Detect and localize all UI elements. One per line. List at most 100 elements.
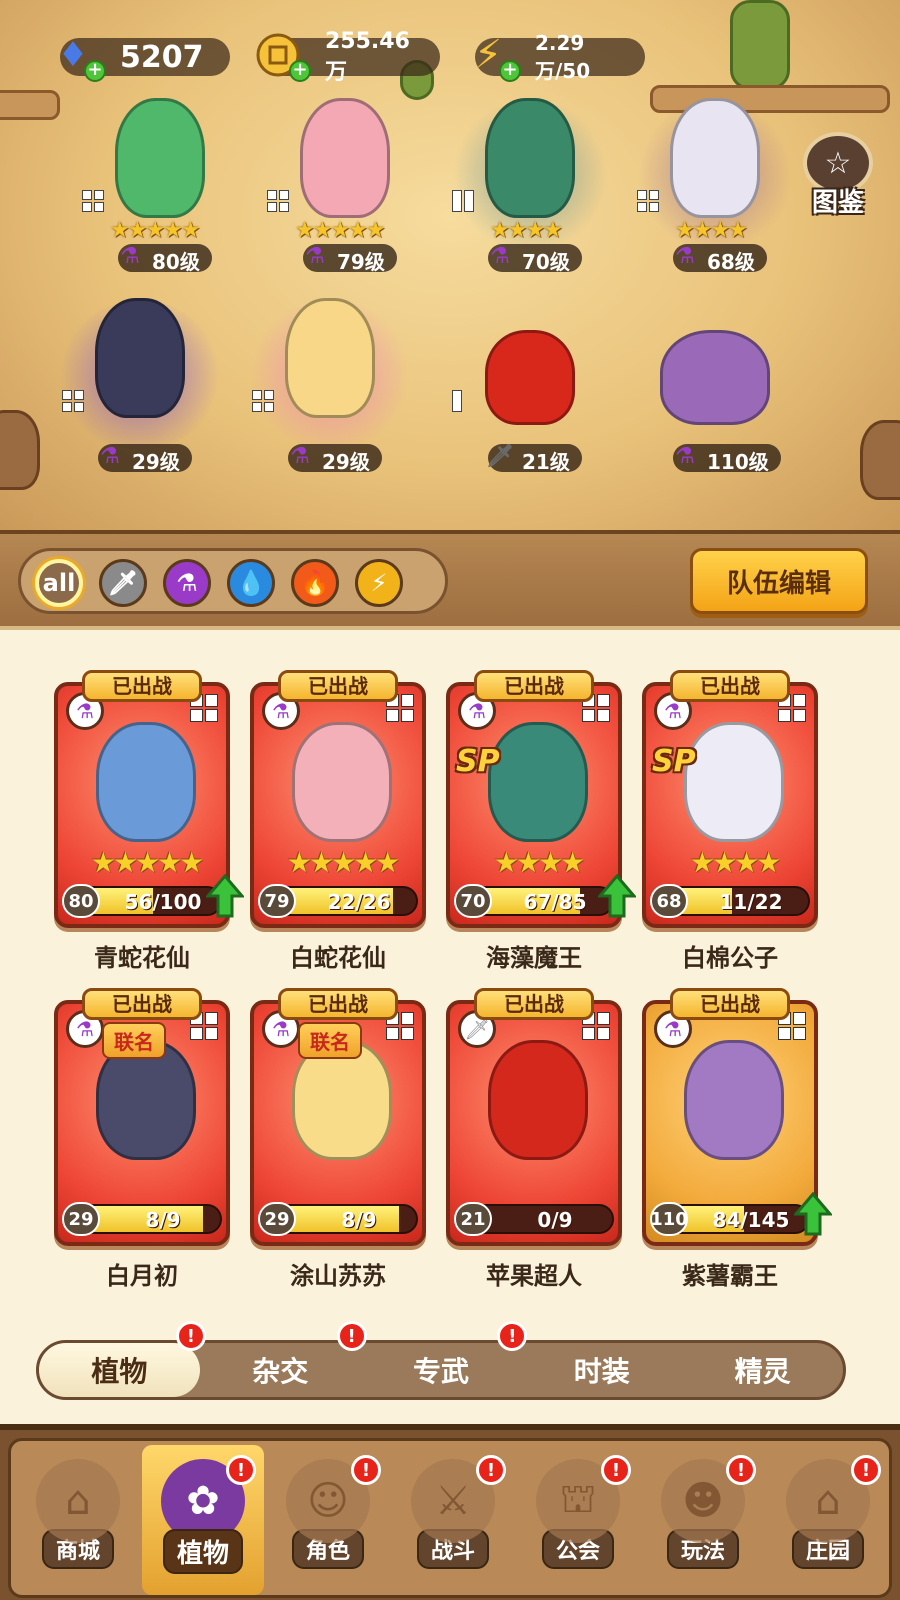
potion-icon: ⚗ xyxy=(675,443,695,469)
deployed-badge: 已出战 xyxy=(278,988,398,1020)
fence-decoration xyxy=(0,90,60,120)
tab-label: 精灵 xyxy=(734,1355,791,1388)
form-icon xyxy=(452,390,474,412)
hero-figure xyxy=(300,98,390,218)
card-level: 70 xyxy=(454,884,492,918)
nav-manor[interactable]: ⌂ 庄园! xyxy=(767,1445,889,1595)
hero-level: ⚗ 29级 xyxy=(288,444,382,474)
plant-card[interactable]: ⚗ ★★★★★ 56/100 80 xyxy=(54,682,230,928)
tab-4[interactable]: 精灵 xyxy=(682,1343,843,1397)
plant-card[interactable]: ⚗ ★★★★★ 22/26 79 xyxy=(250,682,426,928)
lineup-hero[interactable]: ★★★★★ ⚗ 79级 xyxy=(255,90,435,280)
shard-count: 8/9 xyxy=(341,1208,377,1232)
hero-level: ⚗ 110级 xyxy=(673,444,781,474)
add-gem-icon[interactable]: + xyxy=(84,60,106,82)
nav-label: 植物 xyxy=(162,1529,243,1574)
shop-icon: ⌂ xyxy=(36,1459,120,1543)
card-level: 29 xyxy=(258,1202,296,1236)
deployed-badge: 已出战 xyxy=(474,988,594,1020)
plant-name: 白蛇花仙 xyxy=(290,944,386,972)
sword-icon[interactable]: 🗡 xyxy=(99,559,147,607)
nav-shop[interactable]: ⌂ 商城 xyxy=(17,1445,139,1595)
plant-card[interactable]: ⚗ 84/145 110 xyxy=(642,1000,818,1246)
sword-icon: 🗡 xyxy=(486,443,514,469)
plant-name: 白棉公子 xyxy=(682,944,778,972)
plant-card-panel: ⚗ ★★★★★ 56/100 80 已出战 青蛇花仙 ⚗ ★★★★★ 22/26 79 已出战 白蛇花… xyxy=(0,626,900,1426)
deployed-badge: 已出战 xyxy=(82,988,202,1020)
upgrade-arrow-icon[interactable] xyxy=(596,873,638,918)
hero-figure xyxy=(485,330,575,425)
hero-figure xyxy=(670,98,760,218)
plant-card[interactable]: ⚗ SP ★★★★ 67/85 70 xyxy=(446,682,622,928)
gem-counter[interactable]: ♦ + 5207 xyxy=(58,35,230,82)
shard-count: 8/9 xyxy=(145,1208,181,1232)
upgrade-arrow-icon[interactable] xyxy=(204,873,246,918)
form-icon xyxy=(267,190,289,212)
sp-badge: SP xyxy=(652,744,696,779)
lineup-hero[interactable]: ★★★★ ⚗ 68级 xyxy=(625,90,805,280)
nav-battle[interactable]: ⚔ 战斗! xyxy=(392,1445,514,1595)
add-energy-icon[interactable]: + xyxy=(499,60,521,82)
hero-figure xyxy=(115,98,205,218)
plant-name: 苹果超人 xyxy=(486,1262,582,1290)
bottom-nav-inner: ⌂ 商城 ✿ 植物! ☺ 角色! ⚔ 战斗! ⛫ 公会! ☻ 玩法! ⌂ 庄园! xyxy=(8,1438,892,1598)
filter-bar: all 🗡 ⚗ 💧 🔥 ⚡ 队伍编辑 xyxy=(0,530,900,630)
nav-gameplay[interactable]: ☻ 玩法! xyxy=(642,1445,764,1595)
pot-decoration xyxy=(860,420,900,500)
nav-character[interactable]: ☺ 角色! xyxy=(267,1445,389,1595)
team-edit-button[interactable]: 队伍编辑 xyxy=(690,548,868,614)
lineup-hero[interactable]: ⚗ 29级 xyxy=(50,290,230,480)
plant-portrait xyxy=(684,1040,784,1160)
lineup-hero[interactable]: ⚗ 110级 xyxy=(625,290,805,480)
hero-figure xyxy=(660,330,770,425)
deployed-badge: 已出战 xyxy=(474,670,594,702)
potion-icon: ⚗ xyxy=(290,443,310,469)
deployed-badge: 已出战 xyxy=(670,670,790,702)
lineup-hero[interactable]: ★★★★★ ⚗ 80级 xyxy=(70,90,250,280)
card-level: 80 xyxy=(62,884,100,918)
plant-portrait xyxy=(684,722,784,842)
nav-plant[interactable]: ✿ 植物! xyxy=(142,1445,264,1595)
form-icon xyxy=(82,190,104,212)
lineup-hero[interactable]: ★★★★ ⚗ 70级 xyxy=(440,90,620,280)
plant-portrait xyxy=(488,722,588,842)
energy-counter[interactable]: ⚡ + 2.29万/50 xyxy=(474,31,645,83)
upgrade-arrow-icon[interactable] xyxy=(792,1191,834,1236)
hero-level: ⚗ 80级 xyxy=(118,244,212,274)
shard-count: 0/9 xyxy=(537,1208,573,1232)
coin-counter[interactable]: + 255.46万 xyxy=(256,29,440,85)
atlas-label: 图鉴 xyxy=(811,188,864,218)
card-level: 110 xyxy=(650,1202,688,1236)
plant-card[interactable]: 🗡 0/9 21 xyxy=(446,1000,622,1246)
lineup-hero[interactable]: 🗡 21级 xyxy=(440,290,620,480)
hero-level: ⚗ 70级 xyxy=(488,244,582,274)
lineup-hero[interactable]: ⚗ 29级 xyxy=(240,290,420,480)
lightning-icon[interactable]: ⚡ xyxy=(355,559,403,607)
card-level: 21 xyxy=(454,1202,492,1236)
shard-count: 22/26 xyxy=(327,890,391,914)
water-drop-icon[interactable]: 💧 xyxy=(227,559,275,607)
hero-figure xyxy=(285,298,375,418)
tab-label: 杂交 xyxy=(252,1355,309,1388)
potion-icon[interactable]: ⚗ xyxy=(163,559,211,607)
card-stars: ★★★★★ xyxy=(90,846,205,879)
tab-3[interactable]: 时装 xyxy=(521,1343,682,1397)
sp-badge: SP xyxy=(456,744,500,779)
add-coin-icon[interactable]: + xyxy=(289,60,311,82)
nav-guild[interactable]: ⛫ 公会! xyxy=(517,1445,639,1595)
deployed-badge: 已出战 xyxy=(278,670,398,702)
sub-tab-bar: 植物! 杂交! 专武! 时装 精灵 xyxy=(36,1321,846,1400)
plant-card[interactable]: ⚗ 联名 8/9 29 xyxy=(54,1000,230,1246)
tab-1[interactable]: 杂交! xyxy=(200,1321,367,1397)
shard-count: 56/100 xyxy=(124,890,202,914)
fire-icon[interactable]: 🔥 xyxy=(291,559,339,607)
tab-2[interactable]: 专武! xyxy=(361,1321,528,1397)
tab-0[interactable]: 植物! xyxy=(39,1321,206,1397)
plant-card[interactable]: ⚗ SP ★★★★ 11/22 68 xyxy=(642,682,818,928)
filter-all[interactable]: all xyxy=(35,559,83,607)
deployed-badge: 已出战 xyxy=(82,670,202,702)
hero-figure xyxy=(485,98,575,218)
atlas-button[interactable]: ☆ 图鉴 xyxy=(798,132,878,222)
plant-card[interactable]: ⚗ 联名 8/9 29 xyxy=(250,1000,426,1246)
card-level: 79 xyxy=(258,884,296,918)
